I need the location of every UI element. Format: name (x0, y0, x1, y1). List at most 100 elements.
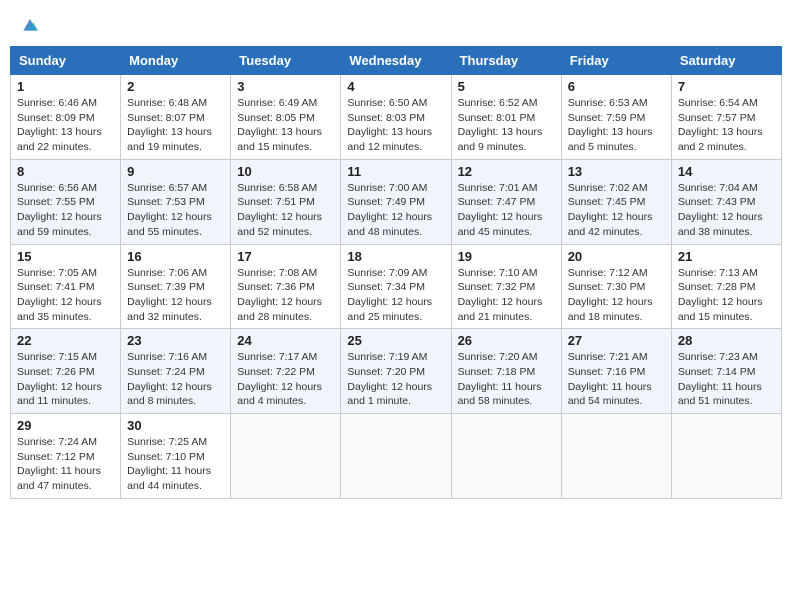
day-detail: Sunrise: 7:20 AMSunset: 7:18 PMDaylight:… (458, 350, 555, 409)
day-number: 26 (458, 333, 555, 348)
calendar-cell: 7 Sunrise: 6:54 AMSunset: 7:57 PMDayligh… (671, 75, 781, 160)
day-detail: Sunrise: 6:48 AMSunset: 8:07 PMDaylight:… (127, 96, 224, 155)
day-number: 22 (17, 333, 114, 348)
day-number: 13 (568, 164, 665, 179)
calendar-cell: 26 Sunrise: 7:20 AMSunset: 7:18 PMDaylig… (451, 329, 561, 414)
calendar-cell: 9 Sunrise: 6:57 AMSunset: 7:53 PMDayligh… (121, 159, 231, 244)
day-number: 6 (568, 79, 665, 94)
calendar-cell: 8 Sunrise: 6:56 AMSunset: 7:55 PMDayligh… (11, 159, 121, 244)
calendar-cell: 25 Sunrise: 7:19 AMSunset: 7:20 PMDaylig… (341, 329, 451, 414)
calendar-cell (341, 414, 451, 499)
calendar-cell: 19 Sunrise: 7:10 AMSunset: 7:32 PMDaylig… (451, 244, 561, 329)
day-number: 3 (237, 79, 334, 94)
calendar-cell: 17 Sunrise: 7:08 AMSunset: 7:36 PMDaylig… (231, 244, 341, 329)
weekday-header-row: SundayMondayTuesdayWednesdayThursdayFrid… (11, 47, 782, 75)
weekday-header-friday: Friday (561, 47, 671, 75)
day-detail: Sunrise: 7:06 AMSunset: 7:39 PMDaylight:… (127, 266, 224, 325)
calendar-cell: 10 Sunrise: 6:58 AMSunset: 7:51 PMDaylig… (231, 159, 341, 244)
day-number: 14 (678, 164, 775, 179)
day-detail: Sunrise: 7:10 AMSunset: 7:32 PMDaylight:… (458, 266, 555, 325)
calendar-cell: 22 Sunrise: 7:15 AMSunset: 7:26 PMDaylig… (11, 329, 121, 414)
week-row-5: 29 Sunrise: 7:24 AMSunset: 7:12 PMDaylig… (11, 414, 782, 499)
day-detail: Sunrise: 7:05 AMSunset: 7:41 PMDaylight:… (17, 266, 114, 325)
day-detail: Sunrise: 7:24 AMSunset: 7:12 PMDaylight:… (17, 435, 114, 494)
weekday-header-sunday: Sunday (11, 47, 121, 75)
day-number: 7 (678, 79, 775, 94)
calendar-cell: 13 Sunrise: 7:02 AMSunset: 7:45 PMDaylig… (561, 159, 671, 244)
day-detail: Sunrise: 6:58 AMSunset: 7:51 PMDaylight:… (237, 181, 334, 240)
calendar-table: SundayMondayTuesdayWednesdayThursdayFrid… (10, 46, 782, 499)
logo-icon (20, 14, 40, 34)
day-number: 23 (127, 333, 224, 348)
day-detail: Sunrise: 6:57 AMSunset: 7:53 PMDaylight:… (127, 181, 224, 240)
day-number: 5 (458, 79, 555, 94)
calendar-cell: 23 Sunrise: 7:16 AMSunset: 7:24 PMDaylig… (121, 329, 231, 414)
calendar-cell: 5 Sunrise: 6:52 AMSunset: 8:01 PMDayligh… (451, 75, 561, 160)
day-number: 24 (237, 333, 334, 348)
week-row-4: 22 Sunrise: 7:15 AMSunset: 7:26 PMDaylig… (11, 329, 782, 414)
day-number: 8 (17, 164, 114, 179)
day-number: 2 (127, 79, 224, 94)
day-detail: Sunrise: 7:09 AMSunset: 7:34 PMDaylight:… (347, 266, 444, 325)
day-number: 20 (568, 249, 665, 264)
day-detail: Sunrise: 7:25 AMSunset: 7:10 PMDaylight:… (127, 435, 224, 494)
calendar-cell (231, 414, 341, 499)
calendar-cell: 15 Sunrise: 7:05 AMSunset: 7:41 PMDaylig… (11, 244, 121, 329)
weekday-header-tuesday: Tuesday (231, 47, 341, 75)
calendar-cell: 11 Sunrise: 7:00 AMSunset: 7:49 PMDaylig… (341, 159, 451, 244)
calendar-cell: 18 Sunrise: 7:09 AMSunset: 7:34 PMDaylig… (341, 244, 451, 329)
day-number: 12 (458, 164, 555, 179)
day-detail: Sunrise: 7:13 AMSunset: 7:28 PMDaylight:… (678, 266, 775, 325)
calendar-cell: 30 Sunrise: 7:25 AMSunset: 7:10 PMDaylig… (121, 414, 231, 499)
day-number: 27 (568, 333, 665, 348)
weekday-header-saturday: Saturday (671, 47, 781, 75)
day-detail: Sunrise: 6:46 AMSunset: 8:09 PMDaylight:… (17, 96, 114, 155)
day-number: 21 (678, 249, 775, 264)
day-detail: Sunrise: 6:49 AMSunset: 8:05 PMDaylight:… (237, 96, 334, 155)
calendar-cell: 6 Sunrise: 6:53 AMSunset: 7:59 PMDayligh… (561, 75, 671, 160)
day-detail: Sunrise: 7:19 AMSunset: 7:20 PMDaylight:… (347, 350, 444, 409)
day-detail: Sunrise: 6:52 AMSunset: 8:01 PMDaylight:… (458, 96, 555, 155)
day-detail: Sunrise: 7:00 AMSunset: 7:49 PMDaylight:… (347, 181, 444, 240)
calendar-cell: 20 Sunrise: 7:12 AMSunset: 7:30 PMDaylig… (561, 244, 671, 329)
day-detail: Sunrise: 7:04 AMSunset: 7:43 PMDaylight:… (678, 181, 775, 240)
logo (18, 14, 40, 34)
calendar-cell (451, 414, 561, 499)
day-number: 10 (237, 164, 334, 179)
day-number: 11 (347, 164, 444, 179)
day-detail: Sunrise: 7:23 AMSunset: 7:14 PMDaylight:… (678, 350, 775, 409)
calendar-cell: 14 Sunrise: 7:04 AMSunset: 7:43 PMDaylig… (671, 159, 781, 244)
day-detail: Sunrise: 6:56 AMSunset: 7:55 PMDaylight:… (17, 181, 114, 240)
day-detail: Sunrise: 7:15 AMSunset: 7:26 PMDaylight:… (17, 350, 114, 409)
calendar-cell: 2 Sunrise: 6:48 AMSunset: 8:07 PMDayligh… (121, 75, 231, 160)
day-detail: Sunrise: 7:17 AMSunset: 7:22 PMDaylight:… (237, 350, 334, 409)
calendar-cell: 4 Sunrise: 6:50 AMSunset: 8:03 PMDayligh… (341, 75, 451, 160)
calendar-cell: 1 Sunrise: 6:46 AMSunset: 8:09 PMDayligh… (11, 75, 121, 160)
calendar-cell: 24 Sunrise: 7:17 AMSunset: 7:22 PMDaylig… (231, 329, 341, 414)
day-detail: Sunrise: 7:16 AMSunset: 7:24 PMDaylight:… (127, 350, 224, 409)
day-number: 25 (347, 333, 444, 348)
day-number: 30 (127, 418, 224, 433)
day-number: 19 (458, 249, 555, 264)
calendar-cell (561, 414, 671, 499)
calendar-cell: 27 Sunrise: 7:21 AMSunset: 7:16 PMDaylig… (561, 329, 671, 414)
day-number: 16 (127, 249, 224, 264)
day-number: 28 (678, 333, 775, 348)
day-number: 18 (347, 249, 444, 264)
day-detail: Sunrise: 7:08 AMSunset: 7:36 PMDaylight:… (237, 266, 334, 325)
day-detail: Sunrise: 7:01 AMSunset: 7:47 PMDaylight:… (458, 181, 555, 240)
day-detail: Sunrise: 7:21 AMSunset: 7:16 PMDaylight:… (568, 350, 665, 409)
header (10, 10, 782, 38)
day-number: 4 (347, 79, 444, 94)
day-number: 29 (17, 418, 114, 433)
calendar-cell: 29 Sunrise: 7:24 AMSunset: 7:12 PMDaylig… (11, 414, 121, 499)
day-detail: Sunrise: 6:50 AMSunset: 8:03 PMDaylight:… (347, 96, 444, 155)
week-row-1: 1 Sunrise: 6:46 AMSunset: 8:09 PMDayligh… (11, 75, 782, 160)
calendar-cell: 28 Sunrise: 7:23 AMSunset: 7:14 PMDaylig… (671, 329, 781, 414)
day-number: 9 (127, 164, 224, 179)
weekday-header-wednesday: Wednesday (341, 47, 451, 75)
day-detail: Sunrise: 7:02 AMSunset: 7:45 PMDaylight:… (568, 181, 665, 240)
calendar-cell: 12 Sunrise: 7:01 AMSunset: 7:47 PMDaylig… (451, 159, 561, 244)
week-row-3: 15 Sunrise: 7:05 AMSunset: 7:41 PMDaylig… (11, 244, 782, 329)
calendar-cell: 3 Sunrise: 6:49 AMSunset: 8:05 PMDayligh… (231, 75, 341, 160)
